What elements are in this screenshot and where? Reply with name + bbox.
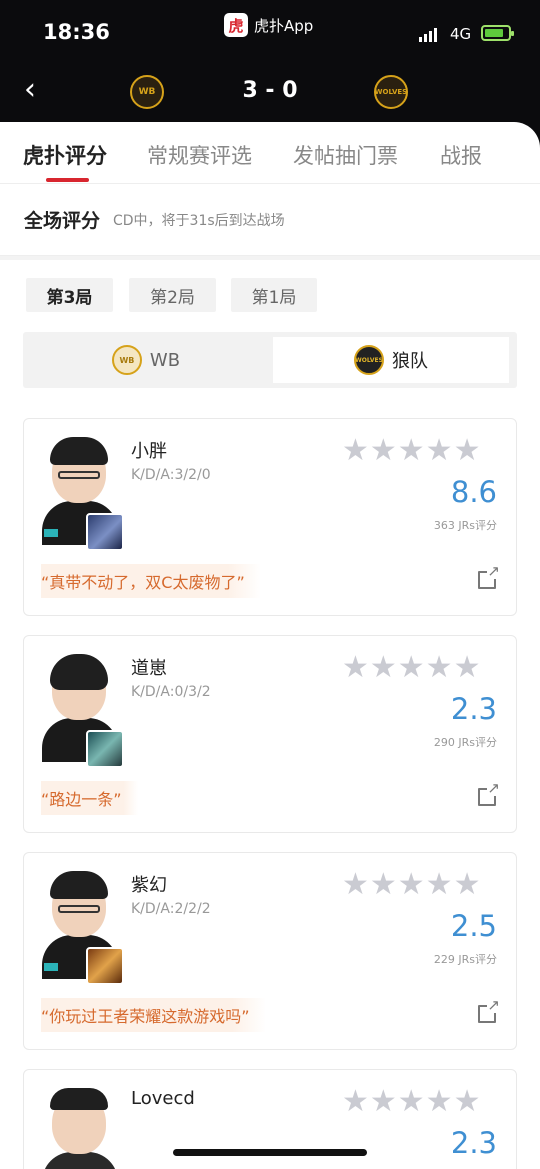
team-option-wolves[interactable]: WOLVES 狼队 — [273, 337, 509, 383]
rating-stars[interactable]: ★★★★★ — [342, 1084, 481, 1119]
team-switch: WB WB WOLVES 狼队 — [23, 332, 517, 388]
content-panel: 虎扑评分 常规赛评选 发帖抽门票 战报 全场评分 CD中，将于31s后到达战场 … — [0, 122, 540, 1169]
top-comment-text: “真带不动了，双C太废物了” — [41, 573, 245, 592]
overall-rating-row: 全场评分 CD中，将于31s后到达战场 — [0, 184, 540, 256]
hero-icon — [86, 730, 124, 768]
round-1-button[interactable]: 第1局 — [231, 278, 317, 312]
player-kda: K/D/A:3/2/0 — [131, 467, 211, 483]
player-kda: K/D/A:2/2/2 — [131, 901, 211, 917]
tab-post-for-tickets[interactable]: 发帖抽门票 — [293, 140, 398, 170]
player-card[interactable]: 小胖 K/D/A:3/2/0 ★★★★★ 8.6 363 JRs评分 “真带不动… — [23, 418, 517, 616]
home-indicator[interactable] — [173, 1149, 367, 1156]
status-bar: 18:36 虎 虎扑App 4G — [0, 0, 540, 60]
rating-count: 290 JRs评分 — [433, 736, 497, 749]
battery-icon — [481, 25, 514, 41]
rating-stars[interactable]: ★★★★★ — [342, 867, 481, 902]
player-avatar — [42, 654, 124, 768]
tab-hupu-rating[interactable]: 虎扑评分 — [23, 140, 107, 170]
match-nav: ‹ WB 3 - 0 WOLVES — [0, 72, 540, 112]
tab-regular-season-vote[interactable]: 常规赛评选 — [147, 140, 252, 170]
share-icon[interactable] — [478, 780, 500, 806]
player-kda: K/D/A:0/3/2 — [131, 684, 211, 700]
signal-icon — [419, 26, 437, 42]
home-team-logo[interactable]: WB — [130, 75, 164, 109]
player-score: 8.6 — [450, 475, 497, 509]
top-comment-text: “路边一条” — [41, 790, 122, 809]
rating-count: 229 JRs评分 — [433, 953, 497, 966]
active-tab-indicator — [46, 178, 89, 182]
hero-icon — [86, 947, 124, 985]
app-label: 虎扑App — [254, 16, 314, 35]
team-option-wb[interactable]: WB WB — [28, 337, 264, 383]
network-type: 4G — [450, 25, 472, 43]
player-name: 小胖 — [131, 441, 167, 462]
team-option-label: WB — [149, 349, 181, 371]
status-time: 18:36 — [43, 20, 110, 44]
player-avatar — [42, 437, 124, 551]
top-comment[interactable]: “路边一条” — [41, 781, 138, 815]
share-icon[interactable] — [478, 997, 500, 1023]
back-arrow-icon[interactable]: ‹ — [24, 74, 52, 110]
player-card[interactable]: 紫幻 K/D/A:2/2/2 ★★★★★ 2.5 229 JRs评分 “你玩过王… — [23, 852, 517, 1050]
player-score: 2.3 — [450, 692, 497, 726]
overall-rating-title: 全场评分 — [24, 210, 101, 232]
player-avatar — [42, 871, 124, 985]
wb-logo-icon: WB — [111, 345, 142, 375]
player-score: 2.5 — [450, 909, 497, 943]
tab-battle-report[interactable]: 战报 — [440, 140, 482, 170]
top-comment[interactable]: “你玩过王者荣耀这款游戏吗” — [41, 998, 266, 1032]
player-score: 2.3 — [450, 1126, 497, 1160]
round-3-button[interactable]: 第3局 — [26, 278, 113, 312]
section-divider — [0, 256, 540, 260]
player-name: 道崽 — [131, 658, 167, 679]
top-comment-text: “你玩过王者荣耀这款游戏吗” — [41, 1007, 250, 1026]
rating-stars[interactable]: ★★★★★ — [342, 433, 481, 468]
rating-count: 363 JRs评分 — [433, 519, 497, 532]
away-team-logo[interactable]: WOLVES — [374, 75, 408, 109]
app-indicator: 虎 虎扑App — [224, 12, 313, 38]
top-comment[interactable]: “真带不动了，双C太废物了” — [41, 564, 261, 598]
share-icon[interactable] — [478, 563, 500, 589]
round-2-button[interactable]: 第2局 — [129, 278, 216, 312]
player-name: 紫幻 — [131, 875, 167, 896]
player-card[interactable]: 道崽 K/D/A:0/3/2 ★★★★★ 2.3 290 JRs评分 “路边一条… — [23, 635, 517, 833]
hero-icon — [86, 513, 124, 551]
tab-bar: 虎扑评分 常规赛评选 发帖抽门票 战报 — [0, 122, 540, 184]
match-score: 3 - 0 — [242, 78, 298, 103]
overall-rating-status: CD中，将于31s后到达战场 — [113, 213, 285, 229]
rating-stars[interactable]: ★★★★★ — [342, 650, 481, 685]
player-name: Lovecd — [131, 1088, 195, 1109]
hupu-app-icon: 虎 — [224, 13, 248, 37]
team-option-label: 狼队 — [392, 351, 428, 372]
wolves-logo-icon: WOLVES — [354, 345, 384, 375]
player-avatar — [42, 1088, 122, 1169]
round-selector: 第3局 第2局 第1局 — [0, 278, 540, 314]
